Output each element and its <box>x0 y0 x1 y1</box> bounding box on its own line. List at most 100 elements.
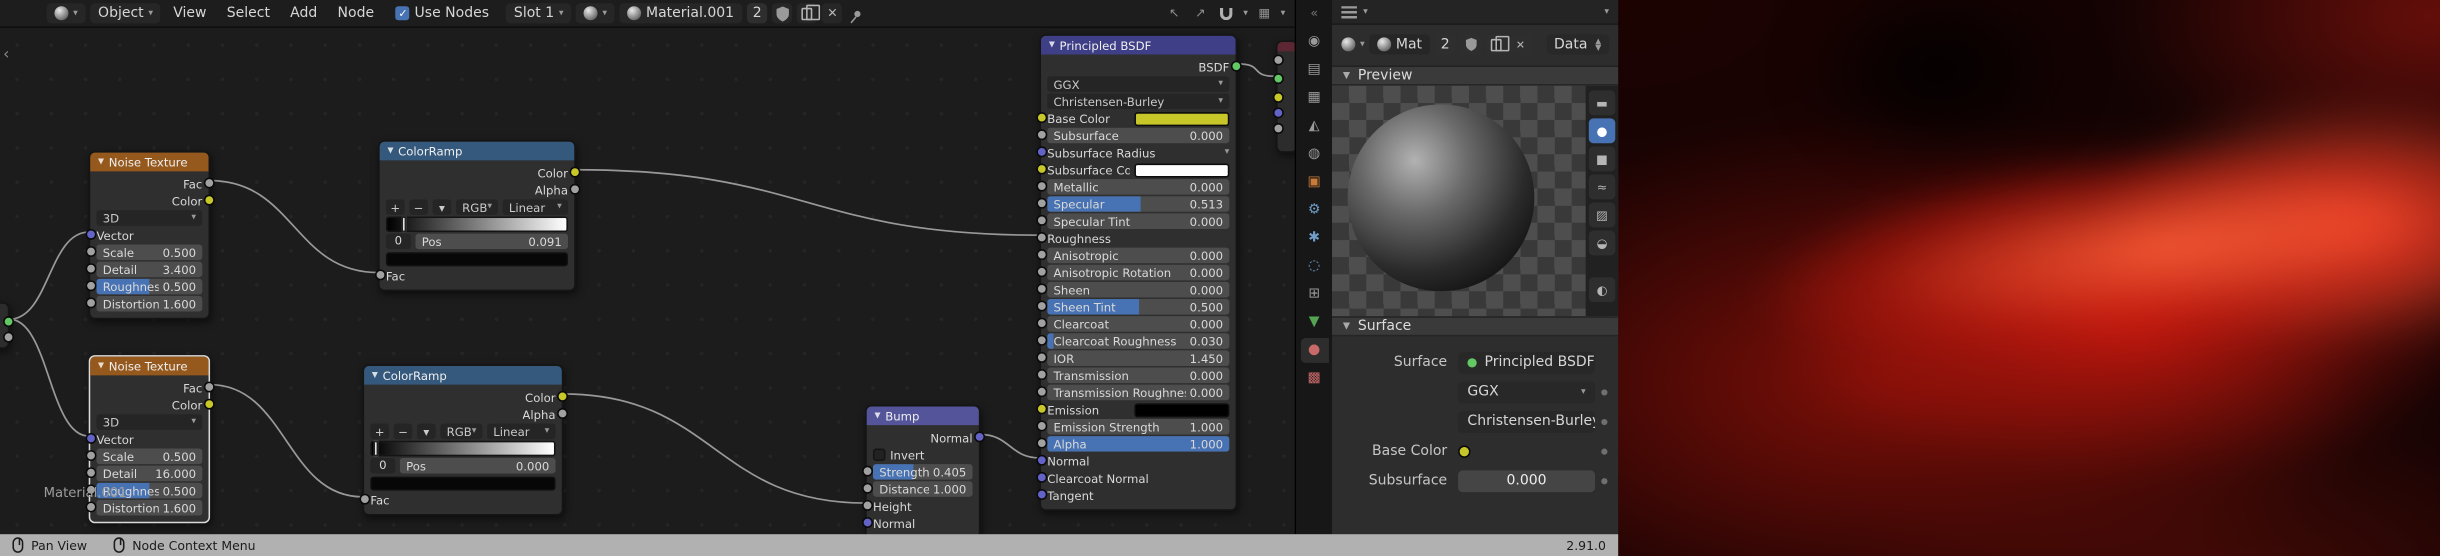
menu-view[interactable]: View <box>165 5 214 21</box>
ramp-options-button[interactable]: ▾ <box>432 199 452 215</box>
value-socket[interactable] <box>556 408 568 419</box>
subsurface-value-slider[interactable]: 0.000 <box>1458 469 1596 492</box>
collapse-triangle-icon[interactable]: ▼ <box>875 411 881 420</box>
shader-socket[interactable] <box>1230 60 1242 72</box>
value-socket[interactable] <box>1035 283 1047 295</box>
value-socket[interactable] <box>1272 123 1284 134</box>
value-socket[interactable] <box>84 246 96 257</box>
specular-tint-slider[interactable]: Specular Tint 0.000 <box>1047 213 1230 229</box>
tab-render[interactable]: ◉ <box>1300 30 1328 55</box>
clearcoat-roughness-slider[interactable]: Clearcoat Roughness 0.030 <box>1047 333 1230 349</box>
colorramp-gradient[interactable] <box>370 440 556 457</box>
snapping-magnet-icon[interactable] <box>1217 3 1237 23</box>
sidebar-toggle-arrow[interactable]: ‹ <box>3 47 9 64</box>
anisotropic-rotation-slider[interactable]: Anisotropic Rotation 0.000 <box>1047 264 1230 281</box>
collapse-triangle-icon[interactable]: ▼ <box>372 371 378 380</box>
value-socket[interactable] <box>84 467 96 479</box>
node-partial-node-left[interactable] <box>0 302 14 349</box>
node-header[interactable]: ▼ Bump <box>866 406 979 426</box>
node-bump[interactable]: ▼ Bump Normal Invert Strength 0.405 Distance 1.… <box>861 404 985 535</box>
shader-socket[interactable] <box>1272 73 1284 85</box>
menu-add[interactable]: Add <box>282 5 325 21</box>
value-socket[interactable] <box>2 331 14 343</box>
colorramp-gradient[interactable] <box>385 216 568 233</box>
distance-slider[interactable]: Distance 1.000 <box>872 481 973 497</box>
value-socket[interactable] <box>84 280 96 292</box>
unlink-material-button[interactable]: ✕ <box>1510 34 1531 55</box>
value-socket[interactable] <box>358 493 370 505</box>
options-chevron-icon[interactable]: ▾ <box>1604 6 1609 16</box>
roughness-slider[interactable]: Roughness 0.500 <box>96 278 203 295</box>
christensen-burley-dropdown[interactable]: Christensen-Burley ▾ <box>1047 93 1230 110</box>
color-socket[interactable] <box>1035 403 1047 415</box>
color-socket[interactable] <box>203 194 214 206</box>
material-link-dropdown[interactable]: Data ▲ ▼ <box>1546 34 1610 55</box>
stop-position-slider[interactable]: Pos 0.000 <box>399 457 556 474</box>
vector-socket[interactable] <box>84 432 96 444</box>
color-socket[interactable] <box>203 398 214 410</box>
vector-socket[interactable] <box>1035 454 1047 466</box>
value-socket[interactable] <box>84 450 96 461</box>
tab-modifiers[interactable]: ⚙ <box>1300 198 1328 223</box>
value-socket[interactable] <box>1035 129 1047 141</box>
chevron-down-icon[interactable]: ▾ <box>1243 8 1248 18</box>
color-mode-dropdown[interactable]: RGB ▾ <box>455 199 498 215</box>
interpolation-dropdown[interactable]: Linear ▾ <box>487 423 556 440</box>
value-socket[interactable] <box>861 499 873 511</box>
animate-decorator[interactable] <box>1595 418 1612 425</box>
preview-flat-button[interactable]: ▬ <box>1588 90 1616 116</box>
value-socket[interactable] <box>1035 214 1047 226</box>
value-socket[interactable] <box>203 177 214 189</box>
node-header[interactable]: ▼ ColorRamp <box>379 141 575 161</box>
scale-slider[interactable]: Scale 0.500 <box>96 244 203 261</box>
material-users-button[interactable]: 2 <box>746 3 768 24</box>
material-name-field[interactable]: Material.001 <box>619 3 742 24</box>
color-socket[interactable] <box>1272 91 1284 103</box>
tab-object-data[interactable]: ▼ <box>1300 310 1328 335</box>
tab-scene[interactable]: ◭ <box>1300 114 1328 139</box>
unlink-material-button[interactable]: ✕ <box>822 3 843 24</box>
surface-panel-header[interactable]: ▼ Surface <box>1332 316 1619 337</box>
insert-arrow-icon[interactable]: ↖ <box>1164 3 1184 23</box>
animate-decorator[interactable] <box>1595 447 1612 454</box>
tab-world[interactable]: ◍ <box>1300 142 1328 167</box>
tab-view-layer[interactable]: ▦ <box>1300 86 1328 111</box>
stop-color-swatch[interactable] <box>370 475 556 490</box>
value-socket[interactable] <box>84 501 96 513</box>
material-id-name-field[interactable]: Mat <box>1369 34 1430 55</box>
editor-type-button[interactable]: ▾ <box>46 3 86 24</box>
value-socket[interactable] <box>1035 300 1047 312</box>
preview-sphere-button[interactable]: ● <box>1588 118 1616 144</box>
remove-stop-button[interactable]: − <box>409 199 428 215</box>
color-socket[interactable] <box>1035 163 1047 175</box>
browse-material-button[interactable]: ▾ <box>575 3 615 24</box>
preview-panel-header[interactable]: ▼ Preview <box>1332 65 1619 86</box>
add-stop-button[interactable]: + <box>385 199 405 215</box>
subsurface-method-dropdown[interactable]: Christensen-Burley ▾ <box>1458 410 1596 433</box>
ior-slider[interactable]: IOR 1.450 <box>1047 350 1230 366</box>
vector-socket[interactable] <box>1272 107 1284 119</box>
preview-shaderball-button[interactable]: ◐ <box>1588 277 1616 303</box>
animate-decorator[interactable] <box>1595 477 1612 484</box>
value-socket[interactable] <box>1035 369 1047 381</box>
tab-physics[interactable]: ◌ <box>1300 254 1328 279</box>
emission-swatch[interactable] <box>1134 402 1230 417</box>
value-socket[interactable] <box>861 465 873 477</box>
transmission-roughness-slider[interactable]: Transmission Roughness 0.000 <box>1047 384 1230 401</box>
tab-particles[interactable]: ✱ <box>1300 226 1328 251</box>
fake-user-shield-icon[interactable] <box>1460 34 1481 55</box>
properties-editor-icon[interactable] <box>1341 5 1357 18</box>
node-partial-node-right[interactable] <box>1272 40 1295 153</box>
overlays-grid-icon[interactable]: ▦ <box>1254 3 1274 23</box>
value-socket[interactable] <box>1035 420 1047 432</box>
value-socket[interactable] <box>1035 437 1047 449</box>
3d-dropdown[interactable]: 3D ▾ <box>96 210 203 226</box>
gradient-stop-handle[interactable] <box>373 440 378 457</box>
node-colorramp-1[interactable]: ▼ ColorRamp Color Alpha + − ▾ RGB ▾ Linear ▾ 0 Pos 0.… <box>374 140 580 292</box>
transmission-slider[interactable]: Transmission 0.000 <box>1047 367 1230 384</box>
subsurface-slider[interactable]: Subsurface 0.000 <box>1047 127 1230 144</box>
material-users-button[interactable]: 2 <box>1434 34 1456 55</box>
3d-dropdown[interactable]: 3D ▾ <box>96 414 203 430</box>
value-socket[interactable] <box>1035 266 1047 278</box>
tab-output[interactable]: ▤ <box>1300 58 1328 83</box>
